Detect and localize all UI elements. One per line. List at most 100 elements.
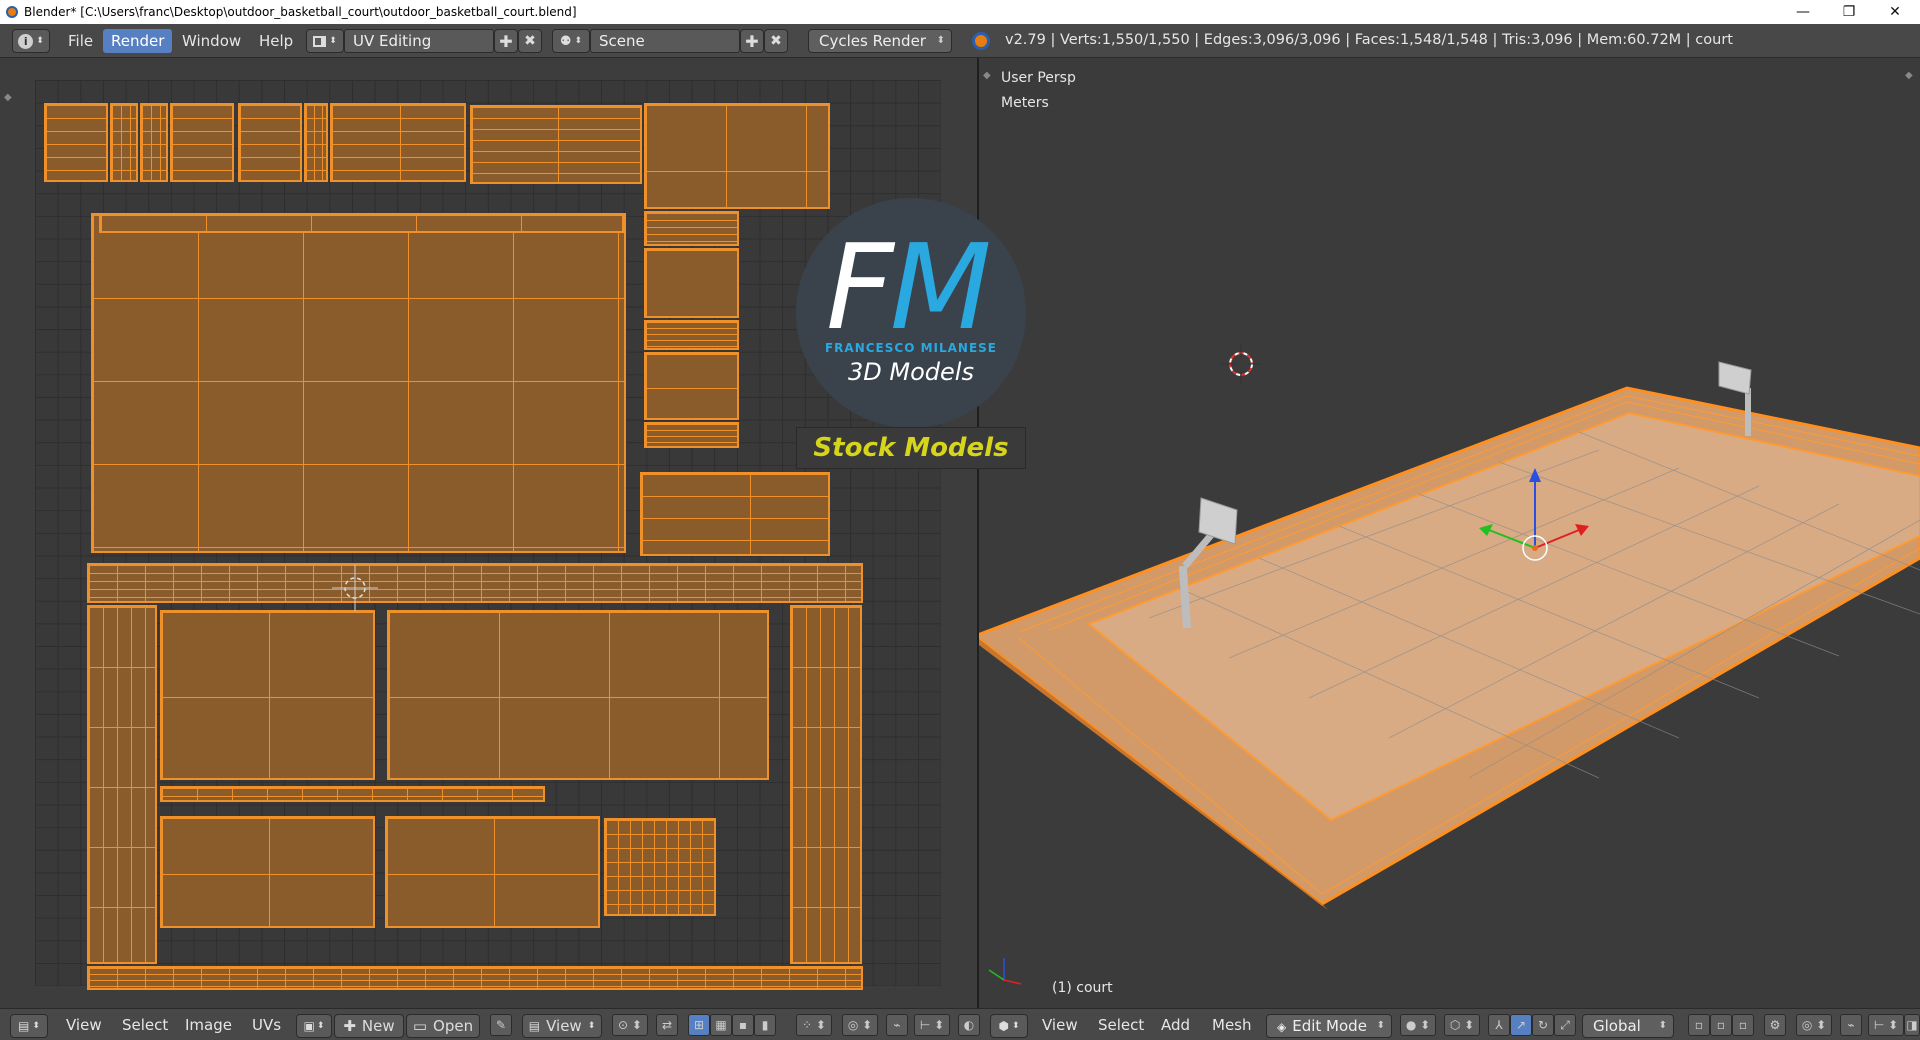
scene-type-button[interactable]: ⚉ ⬍ [552,29,590,53]
window-titlebar: Blender* [C:\Users\franc\Desktop\outdoor… [0,0,1920,24]
plus-icon: ✚ [343,1017,356,1035]
3d-viewport-area[interactable]: User Persp Meters ◆ ◆ (1) court [979,58,1920,1008]
chevron-updown-icon: ⬍ [316,1021,325,1031]
menu-window[interactable]: Window [174,29,249,53]
uv-image-canvas[interactable] [35,80,941,990]
folder-icon: ▭ [412,1017,428,1035]
translate-manipulator-icon[interactable]: ↗ [1510,1014,1532,1036]
uv-island [238,103,302,182]
open-image-button[interactable]: ▭ Open [406,1014,480,1038]
view-icon: ▤ [528,1019,541,1033]
layer-icon[interactable]: ▫ [1710,1014,1732,1036]
menu-file[interactable]: File [60,29,101,53]
scene-statistics: v2.79 | Verts:1,550/1,550 | Edges:3,096/… [1005,32,1733,48]
uv-island [87,966,863,990]
watermark-banner: Stock Models [796,427,1026,469]
vp-menu-add[interactable]: Add [1161,1016,1190,1034]
info-header: i ⬍ File Render Window Help ⬍ UV Editing… [0,24,1920,58]
scale-manipulator-icon[interactable]: ⤢ [1554,1014,1576,1036]
window-title: Blender* [C:\Users\franc\Desktop\outdoor… [24,5,577,19]
3d-cursor-icon[interactable] [1221,344,1261,384]
pin-icon[interactable]: ✎ [490,1014,512,1036]
uv-island [470,105,642,184]
uv-island [87,563,863,603]
uv-island [304,103,328,182]
manipulator-toggle-icon[interactable]: ⅄ [1488,1014,1510,1036]
uv-editor-type-button[interactable]: ▤ ⬍ [10,1014,48,1038]
uv-island [140,103,168,182]
chevron-updown-icon: ⬍ [36,36,44,46]
proportional-edit-icon[interactable]: ◎ ⬍ [842,1014,878,1036]
uv-island [91,213,626,553]
rotate-manipulator-icon[interactable]: ↻ [1532,1014,1554,1036]
uv-island [387,610,769,780]
uv-island [99,213,624,233]
transform-orientation-dropdown[interactable]: Global ⬍ [1582,1014,1674,1038]
minimize-button[interactable]: — [1780,0,1826,24]
sync-selection-icon[interactable]: ⇄ [656,1014,678,1036]
edge-select-icon[interactable]: ▦ [710,1014,732,1036]
2d-cursor-icon[interactable] [330,563,380,613]
uv-view-dropdown[interactable]: ▤ View ⬍ [522,1014,602,1038]
chevron-updown-icon: ⬍ [936,35,945,46]
uv-menu-image[interactable]: Image [185,1016,232,1034]
add-screen-button[interactable]: ✚ [494,29,518,53]
occlude-geometry-icon[interactable]: ⚙ [1764,1014,1786,1036]
uv-island [44,103,108,182]
image-editor-icon: ▤ [18,1019,30,1033]
snap-element-icon[interactable]: ⊢ ⬍ [914,1014,950,1036]
vp-menu-select[interactable]: Select [1098,1016,1144,1034]
layer-icon[interactable]: ▫ [1732,1014,1754,1036]
pivot-point-icon[interactable]: ⬡ ⬍ [1444,1014,1480,1036]
vp-proportional-edit-icon[interactable]: ◎ ⬍ [1796,1014,1832,1036]
layer-icon[interactable]: ▫ [1688,1014,1710,1036]
add-scene-button[interactable]: ✚ [740,29,764,53]
uv-island [644,352,739,420]
pivot-icon[interactable]: ⊙ ⬍ [612,1014,648,1036]
uv-island [604,818,716,916]
mode-dropdown[interactable]: ◈ Edit Mode ⬍ [1266,1014,1392,1038]
editor-type-info-button[interactable]: i ⬍ [12,29,50,53]
uv-island [110,103,138,182]
island-select-icon[interactable]: ▮ [754,1014,776,1036]
region-toggle-icon[interactable]: ◆ [4,92,12,103]
orientation-label: Global [1593,1017,1641,1035]
close-window-button[interactable]: ✕ [1872,0,1918,24]
new-image-button[interactable]: ✚ New [334,1014,404,1038]
chevron-updown-icon: ⬍ [32,1021,40,1031]
screen-layout-field[interactable]: UV Editing [344,29,494,53]
uv-island [644,248,739,318]
render-engine-dropdown[interactable]: Cycles Render ⬍ [808,29,952,53]
vp-menu-mesh[interactable]: Mesh [1212,1016,1252,1034]
face-select-icon[interactable]: ▪ [732,1014,754,1036]
uv-menu-view[interactable]: View [66,1016,102,1034]
snap-icon[interactable]: ⌁ [886,1014,908,1036]
uv-menu-select[interactable]: Select [122,1016,168,1034]
vp-snap-element-icon[interactable]: ⊢ ⬍ [1868,1014,1904,1036]
image-browse-button[interactable]: ▣ ⬍ [296,1014,332,1038]
court-mesh-view[interactable] [979,58,1920,1008]
vp-snap-icon[interactable]: ⌁ [1840,1014,1862,1036]
uv-editor-area[interactable]: ◆ [0,58,977,1008]
sticky-mode-icon[interactable]: ⁘ ⬍ [796,1014,832,1036]
vp-menu-view[interactable]: View [1042,1016,1078,1034]
watermark-name: FRANCESCO MILANESE [824,341,998,355]
3d-view-type-button[interactable]: ⬢ ⬍ [990,1014,1028,1038]
remove-screen-button[interactable]: ✖ [518,29,542,53]
image-icon: ▣ [303,1019,315,1033]
uv-extra-icon[interactable]: ◐ [958,1014,980,1036]
watermark-letter-m: M [889,218,992,356]
scene-field[interactable]: Scene [590,29,740,53]
viewport-shading-icon[interactable]: ● ⬍ [1400,1014,1436,1036]
screen-layout-type-button[interactable]: ⬍ [306,29,344,53]
vp-render-icon[interactable]: ◨ [1904,1014,1920,1036]
menu-render[interactable]: Render [103,29,173,53]
bottom-headers: ▤ ⬍ View Select Image UVs ▣ ⬍ ✚ New ▭ Open ✎… [0,1008,1920,1040]
remove-scene-button[interactable]: ✖ [764,29,788,53]
restore-button[interactable]: ❐ [1826,0,1872,24]
edit-mode-icon: ◈ [1277,1020,1287,1034]
uv-menu-uvs[interactable]: UVs [252,1016,281,1034]
vertex-select-icon[interactable]: ⊞ [688,1014,710,1036]
mode-label: Edit Mode [1292,1017,1367,1035]
menu-help[interactable]: Help [251,29,301,53]
